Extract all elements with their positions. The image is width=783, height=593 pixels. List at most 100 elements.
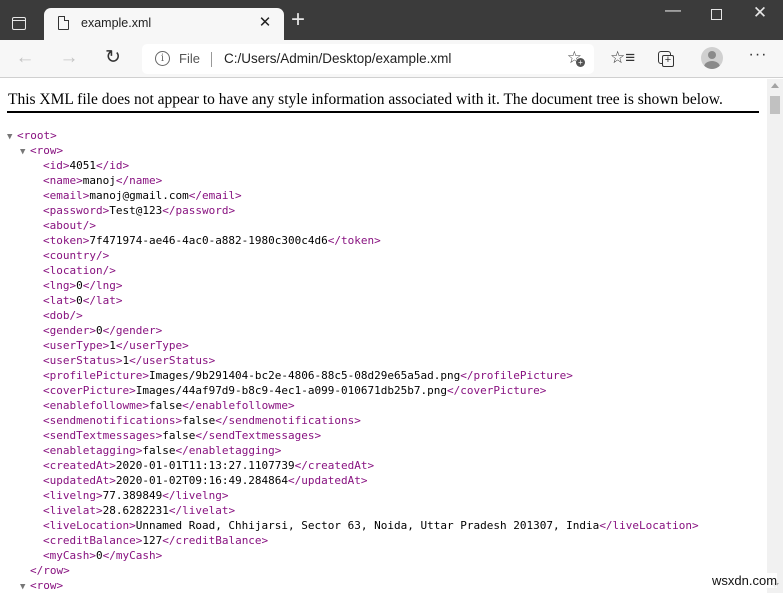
xml-field-location: <location/> bbox=[0, 263, 699, 278]
xml-row-open: ▼ <row> bbox=[0, 143, 699, 158]
xml-tag: </userStatus> bbox=[129, 354, 216, 367]
tab-title: example.xml bbox=[81, 16, 152, 30]
xml-tag: <country/> bbox=[43, 249, 110, 262]
xml-field-email: <email>manoj@gmail.com</email> bbox=[0, 188, 699, 203]
xml-field-userStatus: <userStatus>1</userStatus> bbox=[0, 353, 699, 368]
xml-tag: <dob/> bbox=[43, 309, 83, 322]
tab-close-button[interactable]: ✕ bbox=[256, 13, 274, 31]
profile-avatar[interactable] bbox=[701, 47, 723, 69]
add-favorite-button[interactable]: ☆ + bbox=[567, 48, 585, 68]
xml-field-profilePicture: <profilePicture>Images/9b291404-bc2e-480… bbox=[0, 368, 699, 383]
xml-tag: </enabletagging> bbox=[175, 444, 282, 457]
reload-button[interactable]: ↻ bbox=[101, 47, 125, 69]
xml-field-sendTextmessages: <sendTextmessages>false</sendTextmessage… bbox=[0, 428, 699, 443]
xml-field-livelng: <livelng>77.389849</livelng> bbox=[0, 488, 699, 503]
xml-value: Images/44af97d9-b8c9-4ec1-a099-010671db2… bbox=[135, 384, 447, 397]
xml-tag: </profilePicture> bbox=[460, 369, 573, 382]
xml-field-coverPicture: <coverPicture>Images/44af97d9-b8c9-4ec1-… bbox=[0, 383, 699, 398]
minimize-button[interactable]: — bbox=[650, 2, 696, 20]
watermark: wsxdn.com bbox=[712, 573, 778, 588]
xml-tag: <createdAt> bbox=[43, 459, 116, 472]
collapse-toggle-icon[interactable]: ▼ bbox=[20, 145, 30, 160]
xml-tag: </lng> bbox=[82, 279, 123, 292]
xml-field-createdAt: <createdAt>2020-01-01T11:13:27.1107739</… bbox=[0, 458, 699, 473]
xml-value: 4051 bbox=[69, 159, 97, 172]
xml-field-sendmenotifications: <sendmenotifications>false</sendmenotifi… bbox=[0, 413, 699, 428]
avatar-body-icon bbox=[704, 61, 720, 69]
xml-field-enablefollowme: <enablefollowme>false</enablefollowme> bbox=[0, 398, 699, 413]
xml-tag: </livelng> bbox=[162, 489, 229, 502]
xml-value: false bbox=[162, 429, 196, 442]
xml-tag: <coverPicture> bbox=[43, 384, 136, 397]
xml-value: false bbox=[148, 399, 183, 412]
xml-tag: <lat> bbox=[43, 294, 77, 307]
page-content: This XML file does not appear to have an… bbox=[0, 79, 767, 593]
xml-tag: </name> bbox=[115, 174, 163, 187]
xml-row-open: ▼ <row> bbox=[0, 578, 699, 593]
close-window-button[interactable]: ✕ bbox=[737, 3, 783, 23]
favorites-button[interactable]: ☆≡ bbox=[610, 48, 635, 68]
xml-tag: </token> bbox=[327, 234, 381, 247]
xml-tag: <livelng> bbox=[43, 489, 103, 502]
notice-divider bbox=[7, 111, 759, 113]
xml-tag: </enablefollowme> bbox=[182, 399, 295, 412]
info-icon[interactable]: i bbox=[155, 51, 170, 66]
scroll-up-arrow-icon[interactable] bbox=[771, 83, 779, 88]
xml-tag: <name> bbox=[43, 174, 83, 187]
xml-value: manoj@gmail.com bbox=[89, 189, 189, 202]
xml-field-country: <country/> bbox=[0, 248, 699, 263]
xml-field-liveLocation: <liveLocation>Unnamed Road, Chhijarsi, S… bbox=[0, 518, 699, 533]
url-text[interactable]: C:/Users/Admin/Desktop/example.xml bbox=[224, 51, 451, 66]
xml-tag: </sendmenotifications> bbox=[215, 414, 361, 427]
tab-actions-icon bbox=[12, 16, 26, 30]
maximize-button[interactable] bbox=[693, 6, 739, 23]
xml-field-id: <id>4051</id> bbox=[0, 158, 699, 173]
xml-tag: </sendTextmessages> bbox=[195, 429, 322, 442]
tab-example-xml[interactable]: example.xml ✕ bbox=[44, 8, 284, 40]
xml-field-password: <password>Test@123</password> bbox=[0, 203, 699, 218]
xml-value: 2020-01-02T09:16:49.284864 bbox=[115, 474, 289, 487]
vertical-scrollbar[interactable] bbox=[767, 79, 783, 593]
new-tab-button[interactable]: + bbox=[291, 8, 305, 32]
xml-tag: </userType> bbox=[115, 339, 189, 352]
xml-value: 1 bbox=[109, 339, 116, 352]
tab-actions-button[interactable] bbox=[8, 12, 30, 34]
xml-field-myCash: <myCash>0</myCash> bbox=[0, 548, 699, 563]
xml-value: manoj bbox=[82, 174, 116, 187]
xml-tag: <enablefollowme> bbox=[43, 399, 149, 412]
plus-icon: + bbox=[576, 58, 585, 67]
xml-tag: <userType> bbox=[43, 339, 110, 352]
xml-tag: <root> bbox=[17, 129, 57, 142]
xml-tag: <row> bbox=[30, 144, 64, 157]
back-button[interactable]: ← bbox=[13, 47, 37, 69]
xml-value: 77.389849 bbox=[102, 489, 163, 502]
more-menu-button[interactable]: ··· bbox=[746, 46, 770, 64]
xml-tree: ▼ <root> ▼ <row> <id>4051</id> <name>manoj</n… bbox=[0, 128, 699, 593]
xml-style-notice: This XML file does not appear to have an… bbox=[8, 91, 723, 108]
xml-field-dob: <dob/> bbox=[0, 308, 699, 323]
collapse-toggle-icon[interactable]: ▼ bbox=[7, 130, 17, 145]
xml-tag: <gender> bbox=[43, 324, 96, 337]
collapse-toggle-icon[interactable]: ▼ bbox=[20, 580, 30, 593]
xml-tag: <token> bbox=[43, 234, 90, 247]
xml-tag: </myCash> bbox=[102, 549, 163, 562]
browser-toolbar: ← → ↻ i File C:/Users/Admin/Desktop/exam… bbox=[0, 40, 783, 78]
xml-tag: <myCash> bbox=[43, 549, 96, 562]
xml-tag: <location/> bbox=[43, 264, 116, 277]
avatar-head-icon bbox=[708, 51, 716, 59]
xml-value: 0 bbox=[95, 549, 103, 562]
xml-tag: </row> bbox=[30, 564, 70, 577]
address-bar[interactable]: i File C:/Users/Admin/Desktop/example.xm… bbox=[142, 44, 594, 74]
xml-tag: </coverPicture> bbox=[446, 384, 547, 397]
xml-field-lat: <lat>0</lat> bbox=[0, 293, 699, 308]
xml-tag: <profilePicture> bbox=[43, 369, 149, 382]
xml-value: 0 bbox=[76, 294, 83, 307]
xml-value: false bbox=[182, 414, 216, 427]
xml-tag: <lng> bbox=[43, 279, 77, 292]
xml-value: 0 bbox=[95, 324, 103, 337]
maximize-icon bbox=[710, 9, 722, 20]
forward-button[interactable]: → bbox=[57, 47, 81, 69]
xml-value: 28.6282231 bbox=[102, 504, 169, 517]
xml-tag: <password> bbox=[43, 204, 110, 217]
scroll-thumb[interactable] bbox=[770, 96, 780, 114]
